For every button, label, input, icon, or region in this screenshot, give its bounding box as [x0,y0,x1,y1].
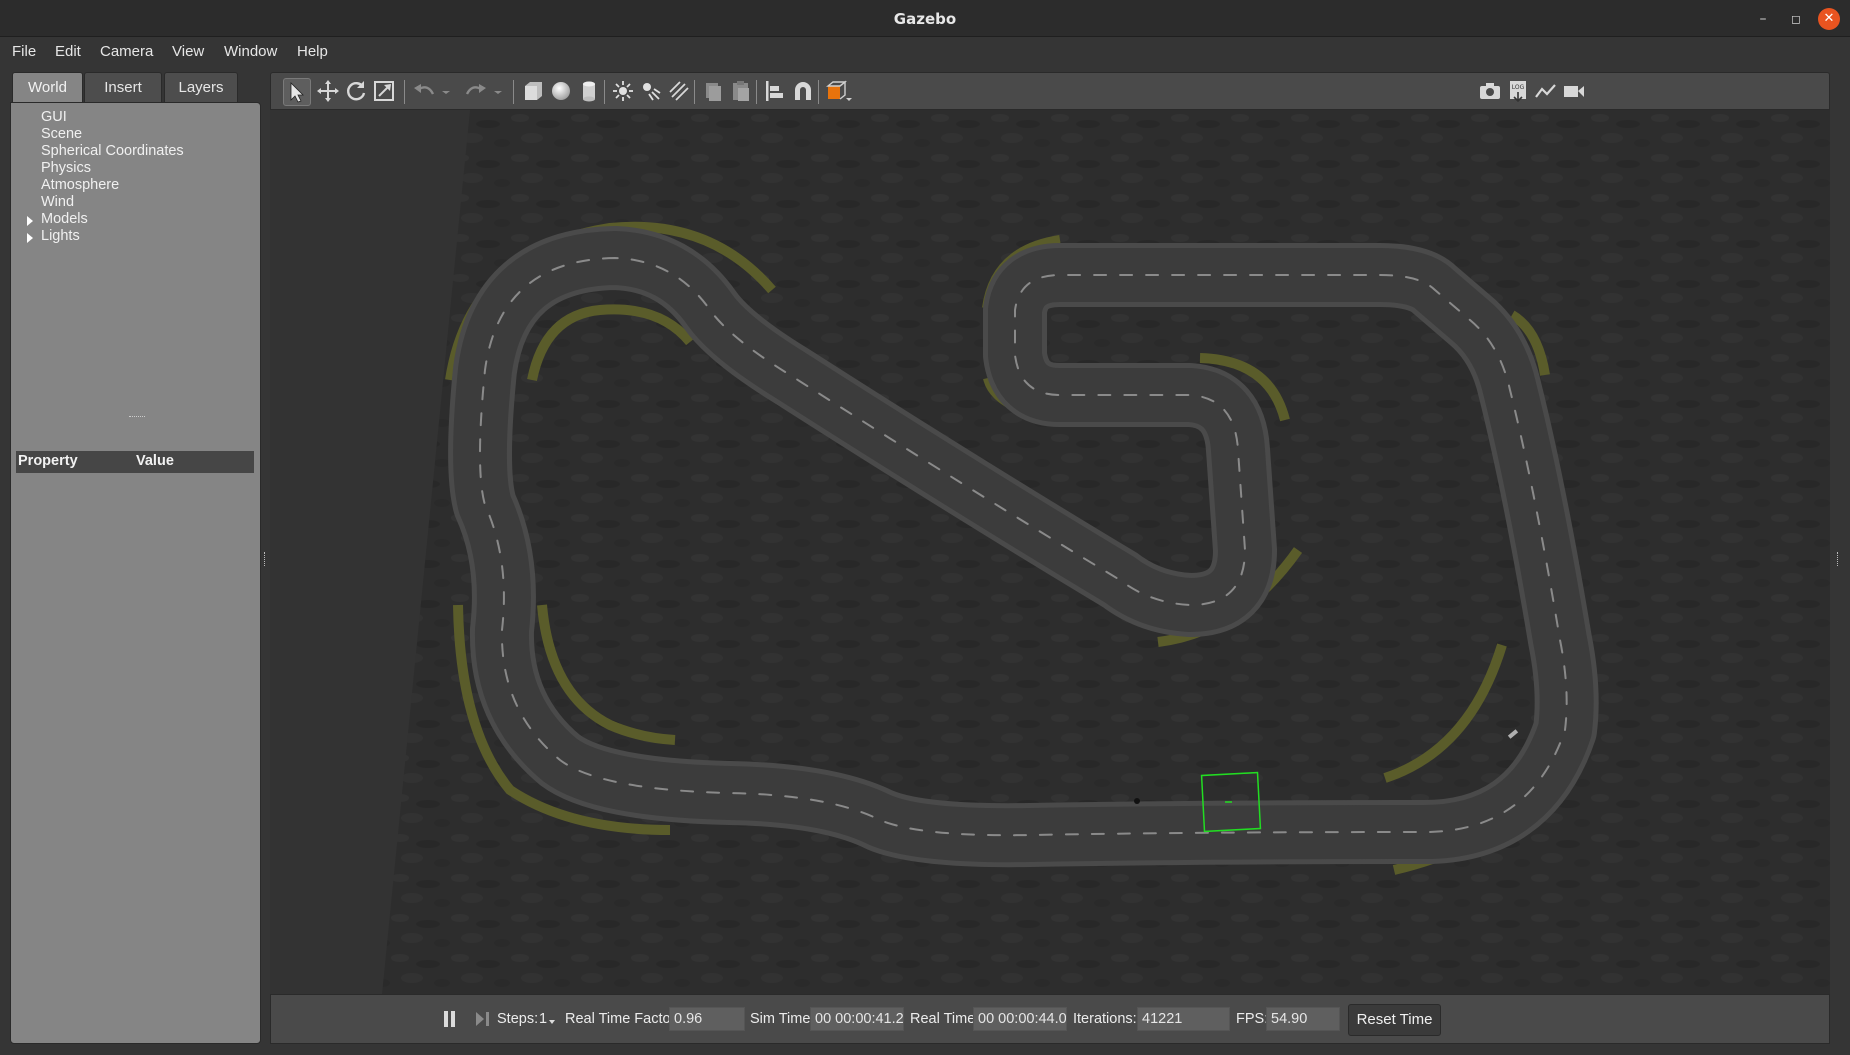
real-time-field: 00 00:00:44.098 [973,1007,1067,1031]
steps-value[interactable]: 1 [539,1011,547,1027]
right-splitter-handle[interactable] [1837,552,1840,566]
toolbar: LOG [270,72,1830,110]
menu-file[interactable]: File [12,43,36,60]
rtf-label: Real Time Factor: [565,1011,680,1027]
box-icon[interactable] [520,78,548,106]
paste-icon[interactable] [728,78,756,106]
menu-view[interactable]: View [172,43,204,60]
scale-icon[interactable] [371,78,399,106]
tree-item-spherical-coordinates[interactable]: Spherical Coordinates [41,143,184,159]
video-record-icon[interactable] [1561,78,1589,106]
tree-item-physics[interactable]: Physics [41,160,91,176]
menu-window[interactable]: Window [224,43,277,60]
iterations-label: Iterations: [1073,1011,1137,1027]
main-area: LOG Steps: 1 Real Time Factor: 0.96 Sim … [270,72,1830,1044]
window-title: Gazebo [893,10,957,28]
minimize-button[interactable]: – [1752,8,1774,30]
3d-viewport[interactable] [270,110,1830,994]
pause-icon[interactable] [443,1009,457,1029]
fps-field: 54.90 [1266,1007,1340,1031]
left-panel: World Insert Layers GUI Scene Spherical … [10,72,261,1044]
undo-dropdown-icon[interactable] [439,78,453,106]
cylinder-icon[interactable] [576,78,604,106]
sphere-icon[interactable] [548,78,576,106]
left-splitter-handle[interactable] [264,552,267,566]
value-column-header: Value [136,453,174,469]
splitter-handle[interactable] [129,416,145,419]
maximize-button[interactable]: ◻ [1785,8,1807,30]
tree-item-models[interactable]: Models [41,211,88,227]
select-arrow-icon[interactable] [283,78,311,106]
snap-magnet-icon[interactable] [790,78,818,106]
view-angle-icon[interactable] [824,78,852,106]
tree-item-wind[interactable]: Wind [41,194,74,210]
menu-camera[interactable]: Camera [100,43,153,60]
translate-icon[interactable] [315,78,343,106]
menu-edit[interactable]: Edit [55,43,81,60]
redo-dropdown-icon[interactable] [491,78,505,106]
log-icon[interactable]: LOG [1505,78,1533,106]
simulation-status-bar: Steps: 1 Real Time Factor: 0.96 Sim Time… [270,994,1830,1044]
screenshot-camera-icon[interactable] [1477,78,1505,106]
directional-light-icon[interactable] [666,78,694,106]
property-column-header: Property [18,453,78,469]
step-icon[interactable] [475,1009,491,1029]
tab-world[interactable]: World [12,72,83,102]
real-time-label: Real Time: [910,1011,980,1027]
point-light-icon[interactable] [610,78,638,106]
gazebo-window: Gazebo – ◻ ✕ File Edit Camera View Windo… [0,0,1850,1055]
tree-item-lights[interactable]: Lights [41,228,80,244]
tree-item-atmosphere[interactable]: Atmosphere [41,177,119,193]
scene-render [270,110,1830,994]
menu-help[interactable]: Help [297,43,328,60]
redo-icon[interactable] [463,78,491,106]
sim-time-field: 00 00:00:41.221 [810,1007,904,1031]
undo-icon[interactable] [411,78,439,106]
tab-insert[interactable]: Insert [84,72,162,102]
property-table-header: Property Value [16,451,254,473]
rtf-field: 0.96 [669,1007,745,1031]
copy-icon[interactable] [700,78,728,106]
rotate-icon[interactable] [343,78,371,106]
reset-time-button[interactable]: Reset Time [1348,1004,1441,1036]
sim-time-label: Sim Time: [750,1011,815,1027]
menu-bar: File Edit Camera View Window Help [0,37,1850,67]
steps-spin-icon[interactable] [549,1020,555,1024]
tab-layers[interactable]: Layers [164,72,238,102]
align-icon[interactable] [762,78,790,106]
world-tree-panel: GUI Scene Spherical Coordinates Physics … [10,102,261,1044]
tree-item-scene[interactable]: Scene [41,126,82,142]
title-bar: Gazebo – ◻ ✕ [0,0,1850,37]
expand-arrow-icon[interactable] [27,233,33,243]
spot-light-icon[interactable] [638,78,666,106]
iterations-field: 41221 [1137,1007,1230,1031]
close-button[interactable]: ✕ [1818,8,1840,30]
fps-label: FPS: [1236,1011,1269,1027]
steps-label: Steps: [497,1011,539,1027]
svg-text:LOG: LOG [1512,84,1525,91]
tree-item-gui[interactable]: GUI [41,109,67,125]
plot-icon[interactable] [1533,78,1561,106]
expand-arrow-icon[interactable] [27,216,33,226]
